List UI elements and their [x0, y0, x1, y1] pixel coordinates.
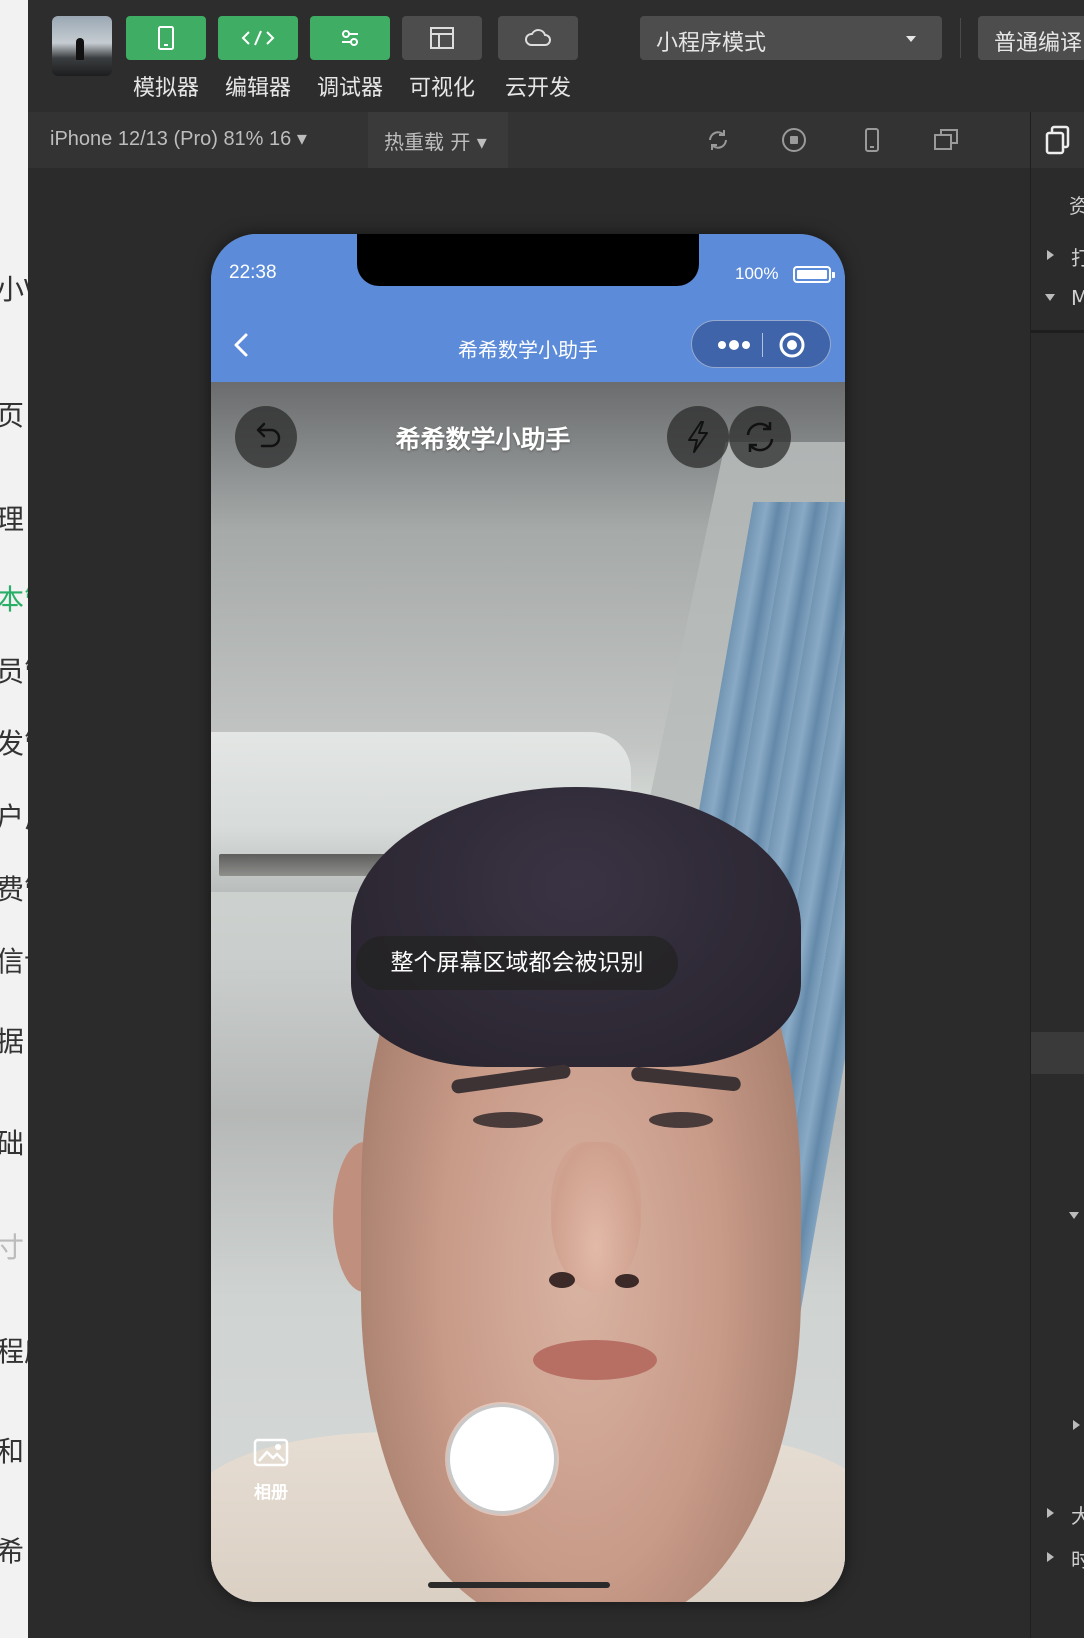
phone-simulator: 22:38 100% 希希数学小助手 希希数学小助手 整个屏幕区域都会被识别 相…	[211, 234, 845, 1602]
code-icon	[241, 30, 275, 46]
simulator-toolbar: iPhone 12/13 (Pro) 81% 16 ▾ 热重载 开 ▾	[28, 112, 1030, 168]
right-panel-label: 时	[1071, 1548, 1084, 1572]
right-panel-label: 资	[1069, 194, 1084, 218]
phone-icon	[158, 26, 174, 50]
left-strip-text: 员管	[0, 655, 28, 688]
chevron-right-icon[interactable]	[1073, 1420, 1080, 1430]
shutter-button[interactable]	[447, 1404, 557, 1514]
more-dots-icon[interactable]	[706, 331, 762, 359]
debugger-tool[interactable]: 调试器	[310, 16, 390, 102]
cloud-tool[interactable]: 云开发	[498, 16, 578, 102]
simulator-label: 模拟器	[132, 76, 199, 101]
miniprogram-navbar: 希希数学小助手	[211, 310, 845, 382]
album-button[interactable]: 相册	[241, 1437, 301, 1503]
copy-icon[interactable]	[1043, 124, 1073, 156]
debug-sliders-icon	[342, 30, 358, 46]
camera-scene-nostril	[549, 1272, 575, 1288]
camera-scene-hair	[351, 787, 801, 1067]
left-strip-text: 理	[0, 503, 25, 536]
switch-camera-button[interactable]	[729, 406, 791, 468]
chevron-right-icon[interactable]	[1047, 1552, 1054, 1562]
flash-icon	[688, 421, 708, 453]
left-strip-text: 信认	[0, 945, 28, 978]
camera-scene-nostril	[615, 1274, 639, 1288]
album-image-icon	[253, 1438, 289, 1467]
left-strip-text-active: 本管	[0, 583, 28, 616]
cloud-button[interactable]	[498, 16, 578, 60]
refresh-icon[interactable]	[704, 126, 732, 154]
right-panel-label: M	[1071, 286, 1084, 310]
debugger-button[interactable]	[310, 16, 390, 60]
editor-button[interactable]	[218, 16, 298, 60]
chevron-right-icon[interactable]	[1047, 1508, 1054, 1518]
layout-icon	[430, 27, 454, 49]
phone-notch	[357, 234, 699, 286]
phone-outline-icon[interactable]	[858, 126, 886, 154]
status-time: 22:38	[229, 262, 277, 283]
right-panel-label: 大	[1071, 1504, 1084, 1528]
toolbar-divider	[960, 18, 961, 58]
camera-scene-eye	[649, 1112, 713, 1128]
mode-select-value: 小程序模式	[656, 31, 767, 56]
camera-scene-nose	[551, 1142, 641, 1292]
battery-percentage: 100%	[735, 264, 779, 283]
editor-tool[interactable]: 编辑器	[218, 16, 298, 102]
album-label: 相册	[254, 1483, 288, 1503]
right-panel-header	[1031, 112, 1084, 168]
left-strip-text: 发管	[0, 727, 28, 760]
visual-label: 可视化	[408, 76, 475, 101]
recognition-hint: 整个屏幕区域都会被识别	[356, 936, 678, 990]
status-bar: 22:38 100%	[211, 234, 845, 310]
mode-select[interactable]: 小程序模式	[640, 16, 942, 60]
simulator-tool[interactable]: 模拟器	[126, 16, 206, 102]
left-strip-text: 户反	[0, 801, 28, 834]
debugger-label: 调试器	[316, 76, 383, 101]
visual-tool[interactable]: 可视化	[402, 16, 482, 102]
right-panel-label: 打	[1071, 246, 1084, 270]
left-strip-text: 希	[0, 1535, 25, 1568]
capsule-menu	[691, 320, 831, 368]
chevron-down-icon	[906, 36, 916, 42]
home-indicator	[428, 1582, 610, 1588]
panel-divider	[1031, 330, 1084, 333]
simulator-button[interactable]	[126, 16, 206, 60]
main-toolbar: 模拟器 编辑器 调试器 可视化 云开发 小程序模式 普通编译	[28, 0, 1084, 112]
compile-mode-value: 普通编译	[994, 31, 1083, 56]
camera-scene-lips	[533, 1340, 657, 1380]
switch-camera-icon	[746, 422, 774, 452]
left-strip-text: 寸	[0, 1231, 25, 1264]
left-strip-text: 和	[0, 1435, 25, 1468]
detach-window-icon[interactable]	[932, 126, 960, 154]
cloud-icon	[525, 29, 551, 46]
visual-button[interactable]	[402, 16, 482, 60]
battery-icon	[793, 266, 835, 283]
capsule-divider	[762, 333, 763, 357]
close-miniprogram-icon[interactable]	[778, 331, 806, 359]
right-inspector-panel: 资 打 M 大 时	[1030, 112, 1084, 1638]
panel-selected-row[interactable]	[1031, 1032, 1084, 1074]
background-window-strip: 小\ 页 理 本管 员管 发管 户反 费管 信认 据 础 寸 程序 和 希	[0, 0, 28, 1638]
device-select[interactable]: iPhone 12/13 (Pro) 81% 16 ▾	[50, 126, 307, 151]
flash-button[interactable]	[667, 406, 729, 468]
user-avatar[interactable]	[52, 16, 112, 76]
left-strip-text: 础	[0, 1127, 25, 1160]
left-strip-text: 据	[0, 1025, 25, 1058]
camera-preview[interactable]: 希希数学小助手 整个屏幕区域都会被识别 相册	[211, 382, 845, 1602]
compile-mode-select[interactable]: 普通编译	[978, 16, 1084, 60]
left-strip-text: 小\	[0, 273, 28, 306]
chevron-right-icon[interactable]	[1047, 250, 1054, 260]
left-strip-text: 页	[0, 399, 25, 432]
hot-reload-toggle[interactable]: 热重载 开 ▾	[368, 112, 508, 168]
stop-record-icon[interactable]	[780, 126, 808, 154]
left-strip-text: 程序	[0, 1335, 28, 1368]
cloud-label: 云开发	[504, 76, 571, 101]
chevron-down-icon[interactable]	[1069, 1212, 1079, 1219]
chevron-down-icon[interactable]	[1045, 294, 1055, 301]
camera-scene-eye	[473, 1112, 543, 1128]
editor-label: 编辑器	[224, 76, 291, 101]
left-strip-text: 费管	[0, 873, 28, 906]
